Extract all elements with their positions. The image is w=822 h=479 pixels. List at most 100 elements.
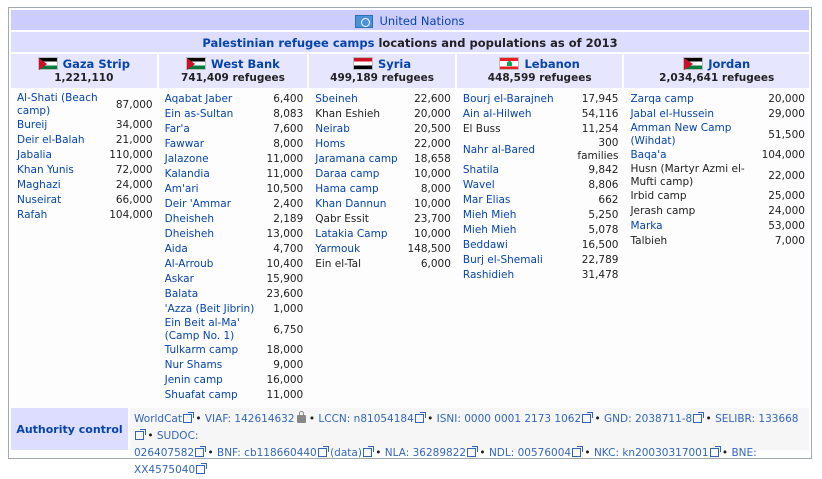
camp-name-link[interactable]: Jenin camp — [165, 373, 264, 388]
camp-name-link[interactable]: Jabal el-Hussein — [630, 107, 758, 122]
camp-name-link[interactable]: Mieh Mieh — [463, 208, 575, 223]
camp-name-link[interactable]: Hama camp — [315, 182, 402, 197]
region-name-link[interactable]: Jordan — [708, 57, 750, 71]
camp-row: Maghazi 24,000 — [17, 178, 153, 193]
camp-name-link[interactable]: Fawwar — [165, 137, 264, 152]
camp-name-link[interactable]: Jalazone — [165, 152, 264, 167]
authority-source-link[interactable]: VIAF: — [205, 413, 235, 425]
camp-name-link[interactable]: Khan Yunis — [17, 163, 106, 178]
authority-source-link[interactable]: NKC: — [594, 447, 622, 459]
external-link-icon — [362, 446, 374, 457]
camp-name-link[interactable]: Amman New Camp (Wihdat) — [630, 122, 758, 148]
camp-name-link[interactable]: Maghazi — [17, 178, 106, 193]
camp-row: Rashidieh 31,478 — [463, 268, 619, 283]
authority-source-link[interactable]: NLA: — [385, 447, 413, 459]
authority-source-link[interactable]: SELIBR: — [715, 413, 758, 425]
camp-name-link[interactable]: Homs — [315, 137, 402, 152]
camp-name-link[interactable]: Balata — [165, 287, 264, 302]
region-name-link[interactable]: Gaza Strip — [63, 57, 130, 71]
authority-id-link[interactable]: 36289822 — [413, 447, 466, 459]
camp-name-link[interactable]: Bureij — [17, 118, 106, 133]
region-name-link[interactable]: West Bank — [211, 57, 280, 71]
camp-name-link[interactable]: Khan Dannun — [315, 197, 402, 212]
camp-name-link[interactable]: Shuafat camp — [165, 388, 264, 403]
camp-name-link[interactable]: Dheisheh — [165, 227, 264, 242]
camp-row: Baqa'a 104,000 — [630, 148, 805, 163]
camp-name-link[interactable]: Tulkarm camp — [165, 343, 264, 358]
navbox-title: United Nations — [11, 10, 809, 32]
authority-id-link[interactable]: WorldCat — [134, 413, 182, 425]
camp-row: El Buss 11,254 — [463, 122, 619, 137]
authority-id-link[interactable]: kn20030317001 — [622, 447, 708, 459]
camp-name-link[interactable]: Kalandia — [165, 167, 264, 182]
camp-name-link[interactable]: Yarmouk — [315, 242, 402, 257]
authority-source-link[interactable]: ISNI: — [437, 413, 465, 425]
authority-source-link[interactable]: BNF: — [217, 447, 244, 459]
camp-row: Far'a 7,600 — [165, 122, 304, 137]
authority-source-link[interactable]: LCCN: — [318, 413, 353, 425]
authority-id-link[interactable]: 0000 0001 2173 1062 — [464, 413, 581, 425]
camp-name-link[interactable]: Jaramana camp — [315, 152, 402, 167]
camp-name-link[interactable]: Jabalia — [17, 148, 106, 163]
title-link[interactable]: United Nations — [379, 14, 464, 28]
camp-name-link[interactable]: Rafah — [17, 208, 106, 223]
camp-name-link[interactable]: Am'ari — [165, 182, 264, 197]
camp-name-link[interactable]: Burj el-Shemali — [463, 253, 575, 268]
camp-name-link[interactable]: Rashidieh — [463, 268, 575, 283]
camp-population: 22,600 — [414, 93, 451, 105]
camp-name-link[interactable]: Nur Shams — [165, 358, 264, 373]
camp-name-link[interactable]: Aida — [165, 242, 264, 257]
subtitle-link[interactable]: Palestinian refugee camps — [202, 36, 374, 50]
camp-name-link[interactable]: Zarqa camp — [630, 92, 758, 107]
camp-name-link[interactable]: Beddawi — [463, 238, 575, 253]
camp-name-link[interactable]: Ain al-Hilweh — [463, 107, 575, 122]
camp-population: 5,250 — [588, 209, 619, 221]
camp-row: Shatila 9,842 — [463, 163, 619, 178]
camp-name-link[interactable]: Far'a — [165, 122, 264, 137]
camp-name-link[interactable]: Wavel — [463, 178, 575, 193]
camp-name-link[interactable]: Mar Elias — [463, 193, 575, 208]
camp-name-link[interactable]: Ein Beit al-Ma' (Camp No. 1) — [165, 317, 264, 343]
camp-row: Mar Elias 662 — [463, 193, 619, 208]
authority-source-link[interactable]: NDL: — [489, 447, 518, 459]
authority-id-link[interactable]: 026407582 — [134, 447, 194, 459]
authority-id-link[interactable]: 142614632 — [234, 413, 294, 425]
camp-name-link[interactable]: Deir el-Balah — [17, 133, 106, 148]
camp-name-link[interactable]: Ein as-Sultan — [165, 107, 264, 122]
authority-id-link[interactable]: 2038711-8 — [635, 413, 692, 425]
region-name-link[interactable]: Lebanon — [524, 57, 579, 71]
camp-name-link[interactable]: 'Azza (Beit Jibrin) — [165, 302, 264, 317]
camp-name-link[interactable]: Bourj el-Barajneh — [463, 92, 575, 107]
camp-name-link[interactable]: Shatila — [463, 163, 575, 178]
region-header: West Bank 741,409 refugees — [158, 54, 308, 88]
authority-id-link[interactable]: XX4575040 — [134, 464, 195, 476]
camp-row: Jenin camp 16,000 — [165, 373, 304, 388]
region-name-link[interactable]: Syria — [378, 57, 411, 71]
authority-id-link[interactable]: 00576004 — [518, 447, 571, 459]
authority-id-link[interactable]: cb118660440 — [244, 447, 317, 459]
authority-source-link[interactable]: GND: — [604, 413, 635, 425]
camp-name-link[interactable]: Askar — [165, 272, 264, 287]
camp-name-link[interactable]: Nuseirat — [17, 193, 106, 208]
authority-source-link[interactable]: BNE: — [731, 447, 756, 459]
camp-name-link[interactable]: Aqabat Jaber — [165, 92, 264, 107]
camp-name-link[interactable]: Nahr al-Bared — [463, 137, 575, 163]
camp-row: Sbeineh 22,600 — [315, 92, 451, 107]
camp-name-link[interactable]: Mieh Mieh — [463, 223, 575, 238]
camp-name-link[interactable]: Al-Arroub — [165, 257, 264, 272]
authority-id-link[interactable]: (data) — [327, 447, 362, 459]
authority-id-link[interactable]: n81054184 — [354, 413, 414, 425]
camp-name-link[interactable]: Latakia Camp — [315, 227, 402, 242]
camp-name-link[interactable]: Marka — [630, 219, 758, 234]
camp-name-link[interactable]: Al-Shati (Beach camp) — [17, 92, 106, 118]
camp-name-link[interactable]: Daraa camp — [315, 167, 402, 182]
camp-name-link[interactable]: Sbeineh — [315, 92, 402, 107]
camp-name-link[interactable]: Dheisheh — [165, 212, 264, 227]
camp-row: Aida 4,700 — [165, 242, 304, 257]
authority-source-link[interactable]: SUDOC: — [157, 430, 199, 442]
camp-name-link[interactable]: Deir 'Ammar — [165, 197, 264, 212]
authority-control-label[interactable]: Authority control — [11, 408, 128, 450]
camp-name-link[interactable]: Neirab — [315, 122, 402, 137]
authority-id-link[interactable]: 133668 — [758, 413, 798, 425]
camp-name-link[interactable]: Baqa'a — [630, 148, 758, 163]
